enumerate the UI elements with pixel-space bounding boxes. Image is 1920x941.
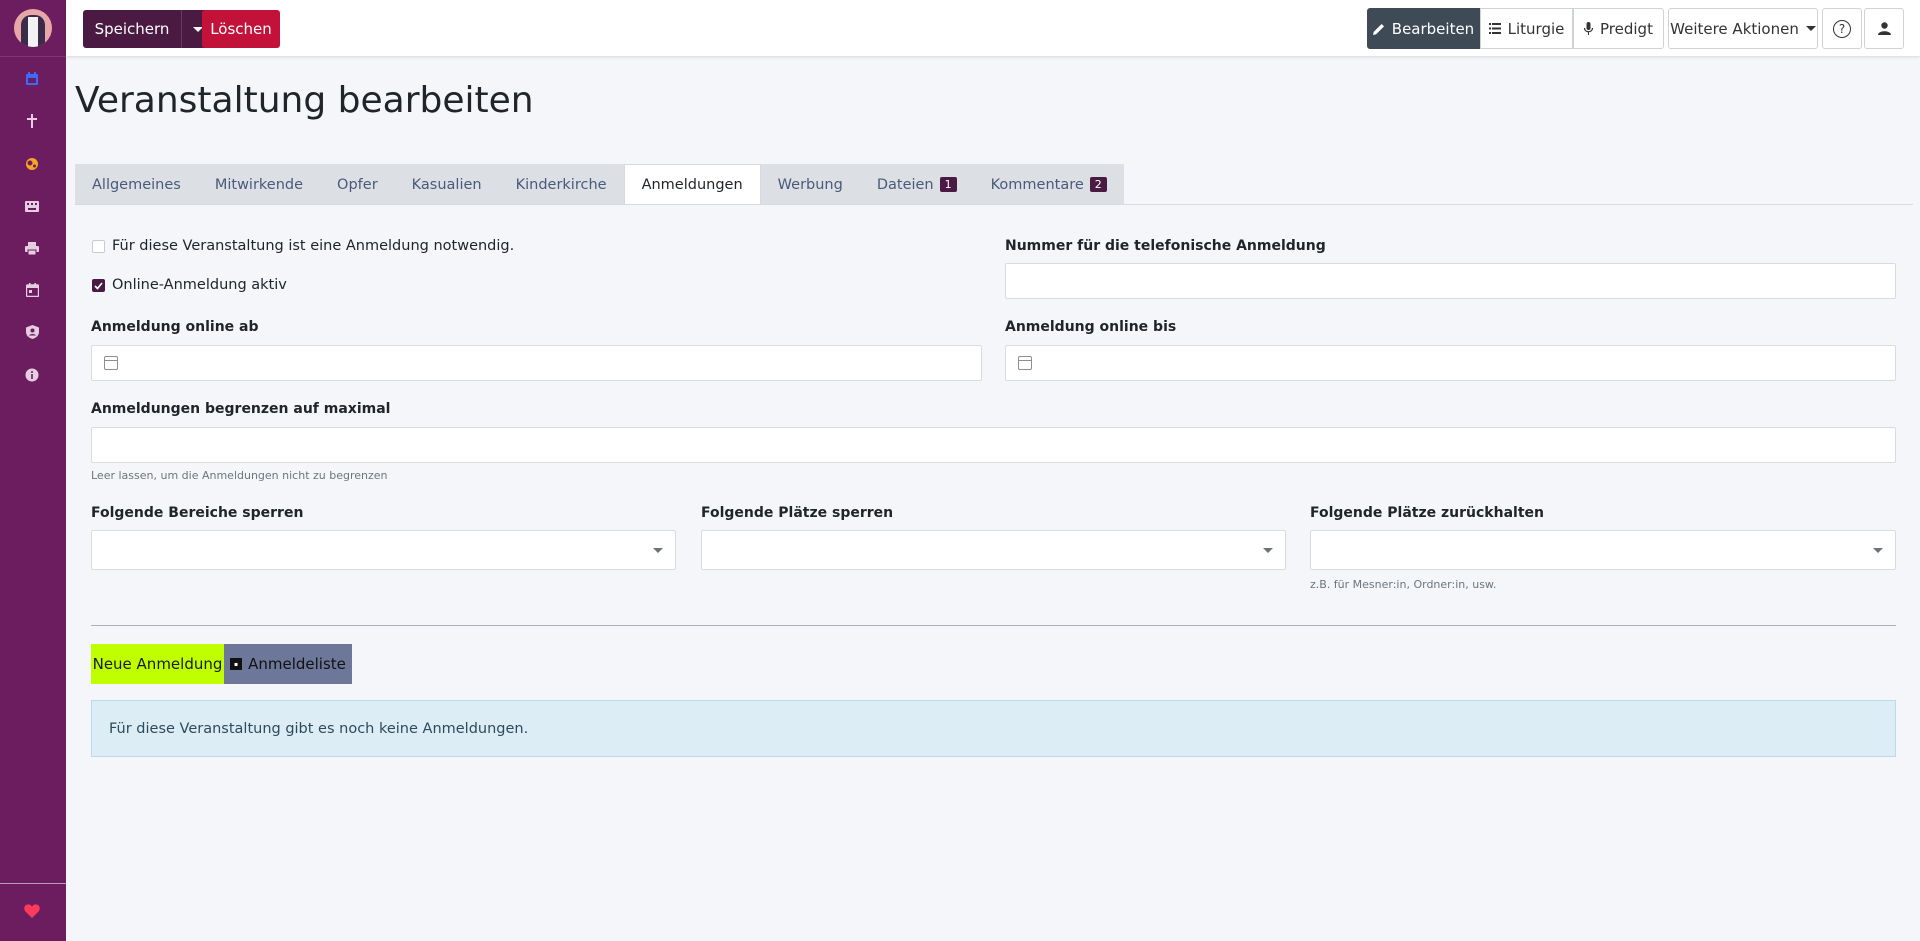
calendar-icon: [104, 356, 118, 370]
online-registration-checkbox[interactable]: [92, 279, 105, 292]
top-toolbar: Speichern Löschen Bearbeiten Liturgie Pr…: [66, 0, 1920, 56]
online-until-label: Anmeldung online bis: [1005, 319, 1177, 335]
tab-kinderkirche[interactable]: Kinderkirche: [498, 164, 624, 205]
user-menu-button[interactable]: [1864, 8, 1904, 49]
calendar-icon: [1018, 356, 1032, 370]
chevron-down-icon: [1805, 26, 1816, 31]
chevron-down-icon: [1873, 548, 1883, 553]
pdf-icon: ▪: [230, 658, 243, 670]
tab-opfer[interactable]: Opfer: [320, 164, 395, 205]
tab-mitwirkende[interactable]: Mitwirkende: [197, 164, 321, 205]
registration-list-button[interactable]: ▪ Anmeldeliste: [224, 644, 352, 684]
save-button-label: Speichern: [94, 20, 170, 38]
tab-label: Opfer: [337, 176, 378, 193]
reserve-seats-label: Folgende Plätze zurückhalten: [1310, 505, 1544, 521]
logo-band: [28, 17, 38, 47]
edit-button[interactable]: Bearbeiten: [1367, 8, 1480, 49]
heart-icon[interactable]: [24, 904, 40, 922]
limit-input[interactable]: [91, 427, 1896, 463]
online-from-label: Anmeldung online ab: [91, 319, 259, 335]
phone-number-label: Nummer für die telefonische Anmeldung: [1005, 238, 1326, 254]
page-title: Veranstaltung bearbeiten: [75, 80, 534, 121]
section-divider: [91, 625, 1896, 626]
keyboard-icon[interactable]: [23, 197, 41, 215]
alert-message: Für diese Veranstaltung gibt es noch kei…: [109, 720, 529, 737]
tab-label: Kommentare: [990, 176, 1084, 193]
chevron-down-icon: [1263, 548, 1273, 553]
reserve-seats-select[interactable]: [1310, 530, 1896, 570]
liturgy-button-label: Liturgie: [1507, 19, 1565, 38]
globe-icon[interactable]: [23, 155, 41, 173]
calendar-day-icon[interactable]: [23, 281, 41, 299]
block-areas-label: Folgende Bereiche sperren: [91, 505, 304, 521]
block-areas-select[interactable]: [91, 530, 676, 570]
list-icon: [1488, 23, 1501, 34]
liturgy-button[interactable]: Liturgie: [1480, 8, 1573, 49]
more-actions-dropdown[interactable]: Weitere Aktionen: [1668, 8, 1818, 49]
tab-werbung[interactable]: Werbung: [760, 164, 860, 205]
no-registrations-alert: Für diese Veranstaltung gibt es noch kei…: [91, 700, 1896, 757]
microphone-icon: [1584, 22, 1594, 35]
registration-list-label: Anmeldeliste: [248, 655, 346, 673]
help-button[interactable]: ?: [1822, 8, 1862, 49]
tab-label: Mitwirkende: [214, 176, 304, 193]
tab-kommentare[interactable]: Kommentare 2: [973, 164, 1124, 205]
question-circle-icon: ?: [1833, 19, 1851, 38]
save-button[interactable]: Speichern: [83, 10, 181, 48]
tab-label: Dateien: [876, 176, 934, 193]
reserve-seats-help-text: z.B. für Mesner:in, Ordner:in, usw.: [1310, 578, 1497, 591]
delete-button-label: Löschen: [210, 20, 272, 38]
tab-kasualien[interactable]: Kasualien: [394, 164, 499, 205]
sermon-button[interactable]: Predigt: [1573, 8, 1664, 49]
tab-allgemeines[interactable]: Allgemeines: [75, 164, 198, 205]
count-badge: 2: [1089, 177, 1107, 192]
chevron-down-icon: [653, 548, 663, 553]
info-icon[interactable]: [23, 366, 41, 384]
online-registration-label: Online-Anmeldung aktiv: [112, 277, 287, 293]
tab-label: Kinderkirche: [515, 176, 607, 193]
user-icon: [1877, 22, 1891, 35]
block-seats-label: Folgende Plätze sperren: [701, 505, 894, 521]
sermon-button-label: Predigt: [1600, 19, 1653, 38]
tab-label: Werbung: [777, 176, 843, 193]
calendar-icon[interactable]: [23, 70, 41, 88]
tab-label: Kasualien: [411, 176, 482, 193]
registration-required-label: Für diese Veranstaltung ist eine Anmeldu…: [112, 238, 515, 254]
chevron-down-icon: [192, 26, 203, 32]
app-logo[interactable]: [14, 9, 52, 47]
new-registration-label: Neue Anmeldung: [92, 655, 223, 673]
limit-label: Anmeldungen begrenzen auf maximal: [91, 401, 391, 417]
registration-required-checkbox[interactable]: [92, 240, 105, 253]
print-icon[interactable]: [23, 239, 41, 257]
sidebar-divider-top: [0, 56, 66, 57]
count-badge: 1: [939, 177, 957, 192]
more-actions-label: Weitere Aktionen: [1670, 19, 1799, 38]
limit-help-text: Leer lassen, um die Anmeldungen nicht zu…: [91, 469, 388, 482]
tab-label: Anmeldungen: [641, 177, 743, 193]
online-until-date-input[interactable]: [1005, 345, 1896, 381]
sidebar-divider-bottom: [0, 883, 66, 884]
user-shield-icon[interactable]: [23, 323, 41, 341]
new-registration-button[interactable]: Neue Anmeldung: [91, 644, 224, 684]
tab-divider: [75, 204, 1913, 205]
tab-dateien[interactable]: Dateien 1: [859, 164, 974, 205]
sidebar: [0, 0, 66, 941]
block-seats-select[interactable]: [701, 530, 1286, 570]
edit-button-label: Bearbeiten: [1391, 19, 1475, 38]
online-from-date-input[interactable]: [91, 345, 982, 381]
delete-button[interactable]: Löschen: [202, 10, 280, 48]
tab-anmeldungen[interactable]: Anmeldungen: [623, 164, 761, 205]
tab-label: Allgemeines: [92, 176, 181, 193]
tab-bar: Allgemeines Mitwirkende Opfer Kasualien …: [75, 164, 1124, 205]
check-icon: [94, 281, 103, 290]
pencil-icon: [1372, 23, 1384, 35]
phone-number-input[interactable]: [1005, 263, 1896, 299]
cross-icon[interactable]: [23, 112, 41, 130]
